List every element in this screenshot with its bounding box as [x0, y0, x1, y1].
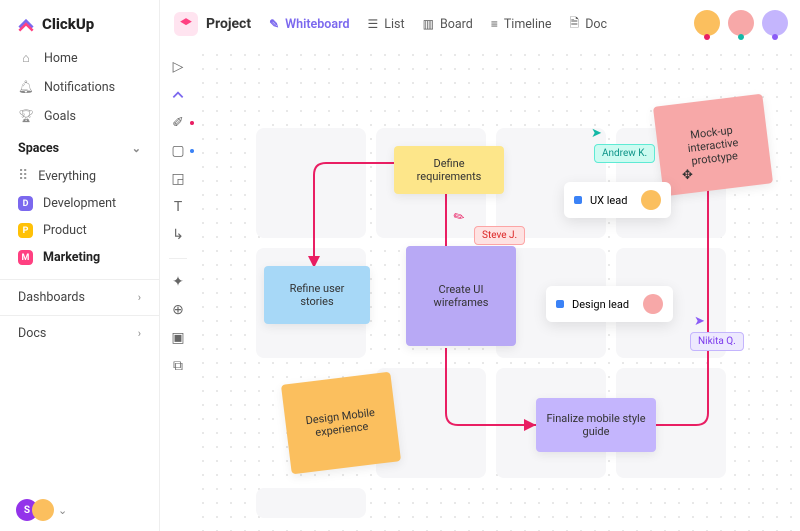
main-area: Project ✎Whiteboard ☰List ▥Board ≡Timeli…: [160, 0, 800, 531]
spaces-header[interactable]: Spaces⌄: [0, 131, 159, 162]
docs-section[interactable]: Docs›: [0, 315, 159, 351]
collaborator-avatar[interactable]: .collab .c:nth-child(1)::after{backgroun…: [694, 10, 720, 36]
space-everything[interactable]: ⠿Everything: [0, 162, 159, 190]
chevron-right-icon: ›: [138, 327, 141, 340]
timeline-icon: ≡: [491, 17, 498, 31]
tool-shape[interactable]: ▢: [168, 142, 188, 160]
cursor-icon: ➤: [591, 126, 602, 141]
user-tag-nikita: Nikita Q.: [690, 332, 744, 351]
view-timeline[interactable]: ≡Timeline: [491, 17, 552, 32]
card-design-lead[interactable]: Design lead: [546, 286, 673, 322]
brand-logo[interactable]: ClickUp: [0, 0, 159, 44]
nav-goals[interactable]: 🏆︎Goals: [0, 102, 159, 131]
tool-sticky[interactable]: ◲: [168, 170, 188, 188]
grid-icon: ⠿: [18, 168, 28, 184]
board-icon: ▥: [423, 17, 434, 31]
whiteboard-canvas[interactable]: Define requirements Refine user stories …: [196, 48, 800, 531]
whiteboard-toolbar: ▷ ✐ ▢ ◲ T ↳ ✦ ⊕ ▣ ⧉: [160, 48, 196, 531]
tool-select[interactable]: ▷: [168, 58, 188, 76]
tool-pen[interactable]: ✐: [168, 114, 188, 132]
bell-icon: 🔔︎: [18, 80, 34, 95]
collaborator-avatar[interactable]: .collab .c:nth-child(2)::after{backgroun…: [728, 10, 754, 36]
collaborators: .collab .c:nth-child(1)::after{backgroun…: [694, 10, 788, 36]
doc-icon: 🗎: [570, 14, 580, 35]
note-design-mobile[interactable]: Design Mobile experience: [281, 372, 401, 475]
chevron-down-icon: ⌄: [132, 142, 141, 155]
whiteboard-icon: ✎: [269, 17, 279, 31]
view-whiteboard[interactable]: ✎Whiteboard: [269, 17, 349, 32]
tool-shapes2[interactable]: ✦: [168, 273, 188, 291]
status-dot: [556, 300, 564, 308]
tool-connector[interactable]: ↳: [168, 226, 188, 244]
note-wireframes[interactable]: Create UI wireframes: [406, 246, 516, 346]
note-mockup[interactable]: Mock-up interactive prototype: [653, 94, 773, 197]
sidebar-footer[interactable]: S ⌄: [0, 489, 159, 531]
space-development[interactable]: DDevelopment: [0, 190, 159, 217]
assignee-avatar[interactable]: [643, 294, 663, 314]
home-icon: ⌂: [18, 51, 34, 66]
assignee-avatar[interactable]: [641, 190, 661, 210]
tool-image[interactable]: ▣: [168, 329, 188, 347]
project-chip[interactable]: Project: [174, 12, 251, 36]
clickup-logo-icon: [16, 14, 36, 34]
tool-text[interactable]: T: [168, 198, 188, 216]
space-badge: D: [18, 196, 33, 211]
status-dot: [574, 196, 582, 204]
view-list[interactable]: ☰List: [368, 17, 405, 32]
space-badge: P: [18, 223, 33, 238]
view-doc[interactable]: 🗎Doc: [570, 14, 608, 35]
space-badge: M: [18, 250, 33, 265]
nav-home[interactable]: ⌂Home: [0, 44, 159, 73]
tool-clickup[interactable]: [168, 86, 188, 104]
space-marketing[interactable]: MMarketing: [0, 244, 159, 271]
note-define[interactable]: Define requirements: [394, 146, 504, 194]
tool-web[interactable]: ⊕: [168, 301, 188, 319]
brand-name: ClickUp: [42, 15, 94, 33]
move-icon[interactable]: ✥: [682, 168, 693, 183]
view-board[interactable]: ▥Board: [423, 17, 473, 32]
project-icon: [174, 12, 198, 36]
user-avatar[interactable]: [32, 499, 54, 521]
trophy-icon: 🏆︎: [18, 109, 34, 124]
note-finalize[interactable]: Finalize mobile style guide: [536, 398, 656, 452]
tool-embed[interactable]: ⧉: [168, 357, 188, 375]
card-ux-lead[interactable]: UX lead: [564, 182, 671, 218]
user-tag-steve: Steve J.: [474, 226, 525, 245]
chevron-right-icon: ›: [138, 291, 141, 304]
sidebar: ClickUp ⌂Home 🔔︎Notifications 🏆︎Goals Sp…: [0, 0, 160, 531]
note-refine[interactable]: Refine user stories: [264, 266, 370, 324]
list-icon: ☰: [368, 17, 379, 31]
user-tag-andrew: Andrew K.: [594, 144, 655, 163]
space-product[interactable]: PProduct: [0, 217, 159, 244]
cursor-icon: ➤: [694, 314, 705, 329]
collaborator-avatar[interactable]: .collab .c:nth-child(3)::after{backgroun…: [762, 10, 788, 36]
dashboards-section[interactable]: Dashboards›: [0, 279, 159, 315]
chevron-down-icon: ⌄: [58, 504, 67, 517]
nav-notifications[interactable]: 🔔︎Notifications: [0, 73, 159, 102]
